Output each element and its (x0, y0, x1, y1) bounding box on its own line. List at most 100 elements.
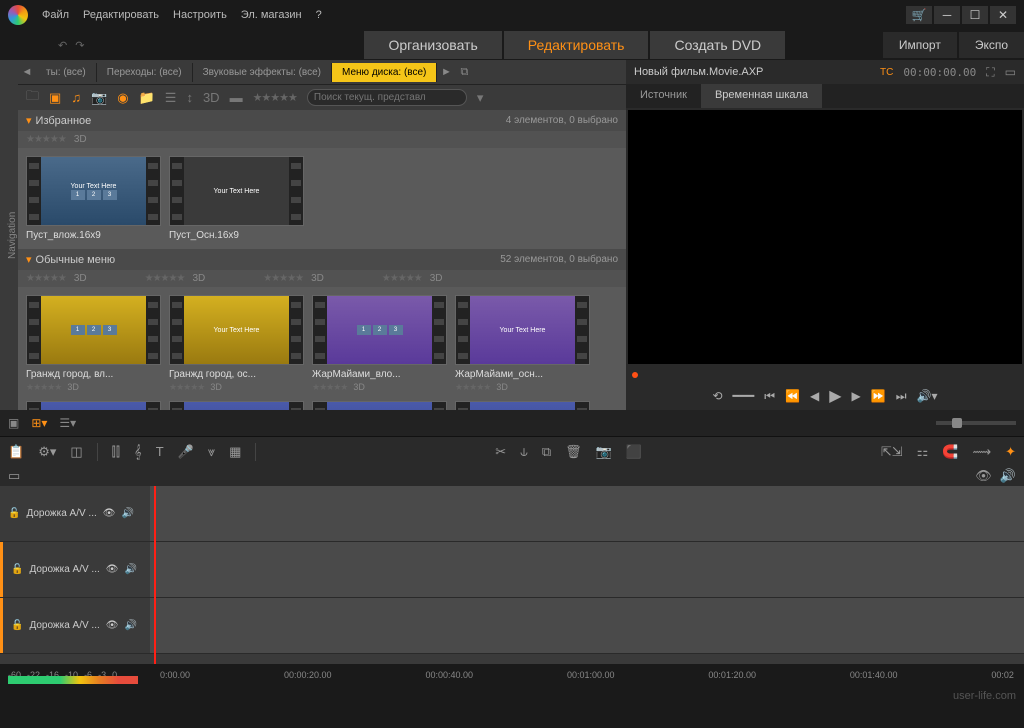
eye-icon[interactable]: 👁 (975, 468, 992, 484)
collapse-tracks-icon[interactable]: ▭ (8, 468, 20, 484)
import-button[interactable]: Импорт (883, 32, 957, 58)
eye-icon[interactable]: 👁 (106, 564, 119, 575)
maximize-button[interactable]: ☐ (962, 6, 988, 24)
minimize-button[interactable]: ─ (934, 6, 960, 24)
jog-icon[interactable]: ━━━ (733, 389, 755, 403)
sort-icon[interactable]: ↕ (186, 90, 193, 105)
zoom-slider[interactable] (936, 421, 1016, 425)
tool-icon[interactable]: ◫ (70, 444, 82, 460)
libtab-discmenu[interactable]: Меню диска: (все) (332, 63, 437, 82)
menu-file[interactable]: Файл (42, 9, 69, 21)
prev-frame-icon[interactable]: ⏪ (785, 389, 800, 403)
speaker-icon[interactable]: 🔊 (124, 620, 136, 631)
step-fwd-icon[interactable]: ▶ (852, 389, 861, 403)
close-button[interactable]: ✕ (990, 6, 1016, 24)
tab-dvd[interactable]: Создать DVD (650, 31, 785, 59)
prevtab-source[interactable]: Источник (626, 84, 701, 108)
tab-scroll-left-icon[interactable]: ◄ (18, 66, 36, 78)
navigation-sidebar[interactable]: Navigation (0, 60, 18, 410)
delete-icon[interactable]: 🗑 (565, 444, 582, 460)
treble-icon[interactable]: 𝄞 (134, 444, 142, 460)
fullscreen-icon[interactable]: ⛶ (986, 65, 994, 80)
lock-icon[interactable]: 🔓 (8, 508, 20, 519)
ripple-icon[interactable]: ⟿ (972, 444, 991, 460)
tab-scroll-right-icon[interactable]: ► (437, 66, 455, 78)
rating-filter[interactable]: ★★★★★ (253, 91, 297, 104)
photo-icon[interactable]: 📷 (91, 90, 107, 106)
menu-store[interactable]: Эл. магазин (241, 9, 302, 21)
tab-edit[interactable]: Редактировать (504, 31, 649, 59)
mixer-icon[interactable]: ⫿⫿ (112, 444, 120, 460)
folder-icon[interactable]: 📁 (139, 90, 155, 106)
tab-detach-icon[interactable]: ⧉ (455, 66, 473, 79)
stack-icon[interactable]: ▣ (8, 416, 19, 430)
eye-icon[interactable]: 👁 (106, 620, 119, 631)
thumb-item[interactable]: Your Text Here Пуст_Осн.16x9 (169, 156, 304, 241)
thumb-item[interactable]: Your Text Here123 Пуст_влож.16x9 (26, 156, 161, 241)
title-icon[interactable]: T (156, 444, 164, 459)
gear-icon[interactable]: ⚙▾ (38, 444, 56, 460)
menu-setup[interactable]: Настроить (173, 9, 227, 21)
prevtab-timeline[interactable]: Временная шкала (701, 84, 822, 108)
link-icon[interactable]: ⚏ (917, 444, 929, 460)
music-icon[interactable]: ♫ (71, 90, 81, 105)
timeline-ruler[interactable]: -60-22-16 -10-6-30 0:00.0000:00:20.0000:… (0, 664, 1024, 686)
auto-icon[interactable]: ✦ (1005, 444, 1016, 460)
thumb-item[interactable]: Your Text Here ЖарМайами_осн... ★★★★★3D (455, 295, 590, 393)
search-input[interactable] (307, 89, 467, 106)
thumb-item[interactable]: Your Text Here Гранжд город, ос... ★★★★★… (169, 295, 304, 393)
list-icon[interactable]: ☰ (165, 90, 177, 106)
goto-start-icon[interactable]: ⏮ (764, 389, 775, 404)
magnet-icon[interactable]: 🧲 (942, 444, 958, 460)
lock-icon[interactable]: 🔓 (11, 564, 23, 575)
thumb-item[interactable] (455, 401, 590, 410)
thumb-item[interactable] (312, 401, 447, 410)
marker-icon[interactable]: ⩔ (208, 444, 215, 460)
step-back-icon[interactable]: ◀ (810, 389, 819, 403)
grid-view-icon[interactable]: ⊞▾ (31, 416, 47, 430)
export-button[interactable]: Экспо (959, 32, 1024, 58)
search-clear-icon[interactable]: ▾ (477, 90, 484, 106)
lock-icon[interactable]: 🔓 (11, 620, 23, 631)
help-icon[interactable]: ? (316, 9, 322, 21)
thumb-item[interactable]: Your Text Here (169, 401, 304, 410)
thumb-item[interactable]: 123 Гранжд город, вл... ★★★★★3D (26, 295, 161, 393)
bin-icon[interactable]: 🗀 (26, 87, 39, 109)
eye-icon[interactable]: 👁 (103, 508, 116, 519)
libtab-transitions[interactable]: Переходы: (все) (97, 63, 193, 82)
section-normal[interactable]: ▾ Обычные меню 52 элементов, 0 выбрано (18, 249, 626, 270)
speaker-icon[interactable]: 🔊 (121, 508, 133, 519)
libtab-sound[interactable]: Звуковые эффекты: (все) (193, 63, 332, 82)
cart-icon[interactable]: 🛒 (906, 6, 932, 24)
thumb-item[interactable]: 123 ЖарМайами_вло... ★★★★★3D (312, 295, 447, 393)
libtab-effects[interactable]: ты: (все) (36, 63, 97, 82)
trim-icon[interactable]: ⧉ (542, 444, 551, 460)
disc-icon[interactable]: ◉ (117, 90, 128, 106)
clipboard-icon[interactable]: 📋 (8, 444, 24, 460)
playhead[interactable] (154, 486, 156, 664)
play-icon[interactable]: ▶ (829, 386, 841, 406)
list-view-icon[interactable]: ☰▾ (59, 416, 76, 430)
razor-icon[interactable]: ✂ (495, 444, 506, 460)
marker2-icon[interactable]: ⬛ (626, 444, 642, 460)
tab-organize[interactable]: Организовать (364, 31, 501, 59)
scrubber[interactable] (628, 368, 1022, 380)
tag-icon[interactable]: ▬ (230, 90, 243, 105)
volume-icon[interactable]: 🔊▾ (917, 389, 938, 403)
speaker-icon[interactable]: 🔊 (124, 564, 136, 575)
3d-icon[interactable]: 3D (203, 90, 220, 105)
video-viewport[interactable] (628, 110, 1022, 364)
thumb-item[interactable]: 123 (26, 401, 161, 410)
speaker-icon[interactable]: 🔊 (1000, 468, 1016, 484)
next-frame-icon[interactable]: ⏩ (871, 389, 886, 403)
snapshot-icon[interactable]: 📷 (596, 444, 612, 460)
screen-icon[interactable]: ▭ (1005, 65, 1016, 79)
loop-icon[interactable]: ⟲ (712, 389, 722, 403)
redo-icon[interactable]: ↷ (75, 39, 84, 52)
chapter-icon[interactable]: ▦ (229, 444, 241, 460)
goto-end-icon[interactable]: ⏭ (896, 389, 907, 404)
section-favorites[interactable]: ▾ Избранное 4 элементов, 0 выбрано (18, 110, 626, 131)
voiceover-icon[interactable]: 🎤 (178, 444, 194, 460)
undo-icon[interactable]: ↶ (58, 39, 67, 52)
fit-icon[interactable]: ⇱⇲ (881, 444, 903, 460)
